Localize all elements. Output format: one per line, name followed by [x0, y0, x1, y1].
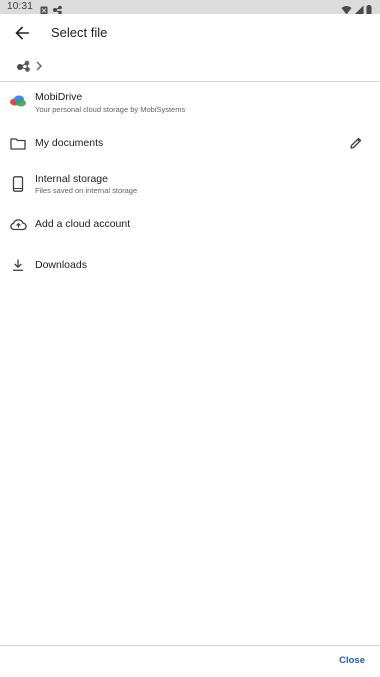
- phone-icon: [9, 175, 27, 193]
- header-divider: [0, 81, 380, 82]
- app-bar: Select file: [0, 14, 380, 52]
- location-item-my-documents[interactable]: My documents: [0, 130, 380, 156]
- mobidrive-icon: [9, 92, 27, 110]
- edit-button[interactable]: [348, 135, 364, 151]
- location-subtitle: Your personal cloud storage by MobiSyste…: [35, 105, 186, 114]
- status-time: 10:31: [7, 1, 34, 12]
- location-title: Downloads: [35, 259, 87, 271]
- breadcrumb-root[interactable]: [15, 57, 33, 75]
- arrow-back-icon: [15, 26, 29, 40]
- cloud-add-icon: [9, 215, 27, 233]
- mobisystems-logo-icon: [17, 60, 30, 72]
- location-subtitle: Files saved on internal storage: [35, 186, 138, 195]
- location-item-add-cloud-account[interactable]: Add a cloud account: [0, 211, 380, 237]
- download-icon: [9, 256, 27, 274]
- location-item-internal-storage[interactable]: Internal storage Files saved on internal…: [0, 168, 380, 202]
- footer-divider: [0, 645, 380, 646]
- status-bar: 10:31: [0, 0, 380, 15]
- location-title: Add a cloud account: [35, 218, 131, 230]
- close-button[interactable]: Close: [339, 655, 365, 666]
- back-button[interactable]: [10, 22, 34, 44]
- folder-icon: [9, 134, 27, 152]
- chevron-right-icon: [36, 61, 42, 71]
- location-item-downloads[interactable]: Downloads: [0, 252, 380, 278]
- location-title: Internal storage: [35, 173, 108, 185]
- location-item-mobidrive[interactable]: MobiDrive Your personal cloud storage by…: [0, 86, 380, 120]
- location-title: My documents: [35, 137, 104, 149]
- edit-icon: [350, 137, 362, 149]
- location-title: MobiDrive: [35, 91, 83, 103]
- breadcrumb: [0, 52, 380, 80]
- page-title: Select file: [51, 25, 108, 40]
